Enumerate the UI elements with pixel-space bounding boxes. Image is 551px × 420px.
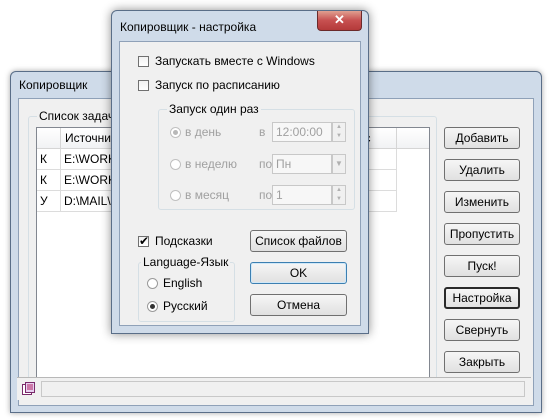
daily-label: в день <box>185 125 222 139</box>
skip-button[interactable]: Пропустить <box>444 223 520 245</box>
monthly-prep: по <box>259 188 273 202</box>
daily-prep: в <box>259 125 266 139</box>
edit-button[interactable]: Изменить <box>444 191 520 213</box>
autostart-checkbox[interactable] <box>138 56 149 67</box>
start-button[interactable]: Пуск! <box>444 255 520 277</box>
minimize-button[interactable]: Свернуть <box>444 319 520 341</box>
ok-button[interactable]: OK <box>250 262 347 284</box>
daily-radio[interactable] <box>170 127 181 138</box>
weekly-radio[interactable] <box>170 159 181 170</box>
settings-dialog: Копировщик - настройка ✕ Запускать вмест… <box>111 10 369 334</box>
month-day-field[interactable]: 1 <box>272 185 332 205</box>
table-row-2-type[interactable]: К <box>37 170 61 191</box>
weekly-prep: по <box>259 157 273 171</box>
check-mark-icon: ✔ <box>139 234 150 248</box>
file-list-button[interactable]: Список файлов <box>250 230 347 252</box>
settings-dialog-client: Запускать вместе с Windows Запуск по рас… <box>119 41 361 326</box>
cancel-button[interactable]: Отмена <box>250 294 347 316</box>
language-group: Language-Язык <box>138 255 235 322</box>
table-row-3-type[interactable]: У <box>37 191 61 212</box>
task-list-label: Список задач <box>37 109 117 123</box>
table-row-1-type[interactable]: К <box>37 149 61 170</box>
weekly-label: в неделю <box>185 157 238 171</box>
schedule-label: Запуск по расписанию <box>155 78 280 92</box>
close-button[interactable]: Закрыть <box>444 351 520 373</box>
hints-checkbox[interactable]: ✔ <box>138 234 150 248</box>
app-status-icon <box>22 382 35 395</box>
main-window-title: Копировщик <box>19 78 88 92</box>
delete-button[interactable]: Удалить <box>444 159 520 181</box>
column-header-type[interactable] <box>37 128 61 149</box>
run-once-label: Запуск один раз <box>167 102 261 116</box>
add-button[interactable]: Добавить <box>444 127 520 149</box>
spin-arrows-icon[interactable]: ▲ ▼ <box>332 185 346 205</box>
spin-arrows-icon[interactable]: ▲ ▼ <box>332 122 346 142</box>
weekday-select[interactable]: Пн <box>272 154 332 174</box>
settings-dialog-title: Копировщик - настройка <box>120 20 257 34</box>
language-label: Language-Язык <box>141 255 231 269</box>
autostart-label: Запускать вместе с Windows <box>155 54 315 68</box>
monthly-radio[interactable] <box>170 190 181 201</box>
status-bar <box>17 377 531 400</box>
status-panel <box>41 381 525 397</box>
english-label: English <box>163 276 203 290</box>
hints-label: Подсказки <box>155 234 213 248</box>
english-radio[interactable] <box>147 278 158 289</box>
russian-radio[interactable] <box>147 301 158 312</box>
monthly-label: в месяц <box>185 188 230 202</box>
close-icon: ✕ <box>334 12 345 27</box>
dialog-close-button[interactable]: ✕ <box>317 11 362 31</box>
daily-time-field[interactable]: 12:00:00 <box>272 122 332 142</box>
schedule-checkbox[interactable] <box>138 80 149 91</box>
russian-label: Русский <box>163 299 208 313</box>
chevron-down-icon[interactable]: ▼ <box>332 154 346 174</box>
settings-button[interactable]: Настройка <box>444 287 520 309</box>
column-header-filler <box>397 128 429 149</box>
